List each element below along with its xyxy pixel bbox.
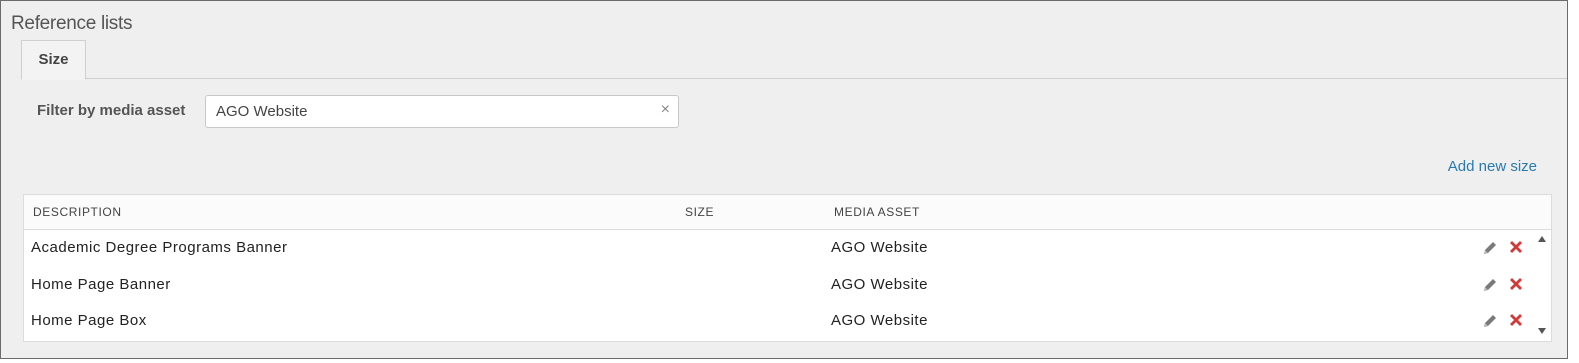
cell-description: Home Page Box	[31, 312, 147, 329]
column-header-media-asset[interactable]: MEDIA ASSET	[834, 205, 920, 219]
cell-description: Home Page Banner	[31, 276, 171, 293]
filter-label: Filter by media asset	[37, 102, 186, 119]
x-icon[interactable]	[1508, 276, 1524, 292]
cell-media-asset: AGO Website	[831, 239, 928, 256]
cell-media-asset: AGO Website	[831, 276, 928, 293]
table-header: DESCRIPTION SIZE MEDIA ASSET	[24, 195, 1551, 230]
table-row: Academic Degree Programs Banner AGO Webs…	[24, 231, 1551, 268]
pencil-icon[interactable]	[1482, 313, 1498, 329]
triangle-down-icon[interactable]	[1537, 327, 1547, 335]
add-new-size-link[interactable]: Add new size	[1448, 158, 1537, 175]
page-title: Reference lists	[11, 13, 133, 34]
tab-size[interactable]: Size	[21, 40, 86, 80]
pencil-icon[interactable]	[1482, 240, 1498, 256]
table-row: Home Page Banner AGO Website	[24, 268, 1551, 305]
size-table: DESCRIPTION SIZE MEDIA ASSET Academic De…	[23, 194, 1552, 342]
x-icon[interactable]	[1508, 312, 1524, 328]
filter-selected-value: AGO Website	[216, 103, 308, 120]
cell-description: Academic Degree Programs Banner	[31, 239, 288, 256]
clear-filter-icon[interactable]: ×	[661, 101, 670, 119]
cell-media-asset: AGO Website	[831, 312, 928, 329]
media-asset-filter-select[interactable]: AGO Website ×	[205, 95, 679, 128]
table-row: Home Page Box AGO Website	[24, 304, 1551, 341]
column-header-size[interactable]: SIZE	[685, 205, 714, 219]
tab-bar: Size	[21, 40, 1567, 80]
column-header-description[interactable]: DESCRIPTION	[33, 205, 122, 219]
reference-lists-panel: Reference lists Size Filter by media ass…	[0, 0, 1568, 359]
pencil-icon[interactable]	[1482, 277, 1498, 293]
triangle-up-icon[interactable]	[1537, 235, 1547, 243]
x-icon[interactable]	[1508, 239, 1524, 255]
